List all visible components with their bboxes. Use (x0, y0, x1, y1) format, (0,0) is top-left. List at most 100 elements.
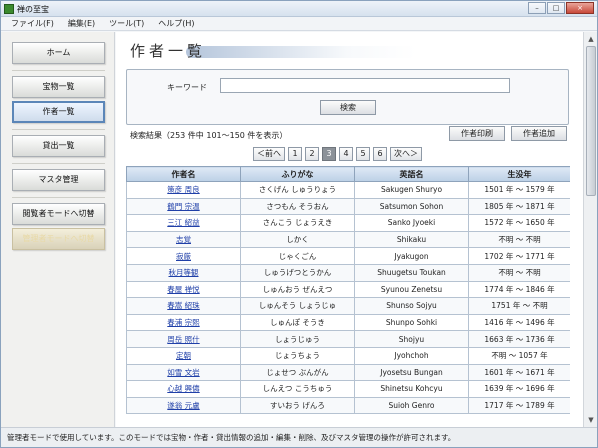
page-4-button[interactable]: 4 (339, 147, 353, 161)
lifespan-cell: 1601 年 ～ 1671 年 (468, 363, 570, 382)
nav-authors-button[interactable]: 作者一覧 (12, 101, 105, 123)
vertical-scrollbar[interactable]: ▲ ▼ (583, 32, 597, 427)
author-name-link[interactable]: 定朝 (126, 346, 241, 365)
search-panel: キーワード 検索 (126, 69, 569, 125)
author-name-link[interactable]: 三江 紹益 (126, 214, 241, 232)
maximize-button[interactable]: □ (547, 2, 565, 14)
table-row[interactable]: 春嵩 紹珠 しゅんそう しょうじゅ Shunso Sojyu 1751 年 ～ 不明 (126, 297, 570, 315)
lifespan-cell: 1702 年 ～ 1771 年 (468, 247, 570, 265)
scroll-down-icon[interactable]: ▼ (585, 414, 597, 426)
search-button[interactable]: 検索 (320, 100, 376, 115)
author-name-link[interactable]: 春嵩 紹珠 (126, 297, 241, 315)
scroll-up-icon[interactable]: ▲ (585, 33, 597, 45)
sidebar-divider (12, 129, 105, 130)
table-row[interactable]: 定朝 じょうちょう Jyohchoh 不明 ～ 1057 年 (126, 346, 570, 365)
english-name-cell: Shunpo Sohki (354, 313, 469, 332)
next-page-button[interactable]: 次へ＞ (390, 147, 422, 161)
print-authors-button[interactable]: 作者印刷 (449, 126, 505, 141)
author-name-link[interactable]: 周岳 照什 (126, 330, 241, 348)
english-name-cell: Jyohchoh (354, 346, 469, 365)
sidebar: ホーム 宝物一覧 作者一覧 貸出一覧 マスタ管理 閲覧者モードへ切替 管理者モー… (1, 32, 115, 427)
viewer-mode-button[interactable]: 閲覧者モードへ切替 (12, 203, 105, 225)
keyword-input[interactable] (220, 78, 510, 93)
lifespan-cell: 1416 年 ～ 1496 年 (468, 313, 570, 332)
furigana-cell: しょうじゅう (240, 330, 355, 348)
author-name-link[interactable]: 寂厳 (126, 247, 241, 265)
table-row[interactable]: 鶴門 宗温 さつもん そうおん Satsumon Sohon 1805 年 ～ 187… (126, 197, 570, 216)
table-row[interactable]: 心越 興儔 しんえつ こうちゅう Shinetsu Kohcyu 1639 年 ～ 1… (126, 380, 570, 398)
column-header-furigana[interactable]: ふりがな (240, 166, 355, 182)
english-name-cell: Jyosetsu Bungan (354, 363, 469, 382)
close-button[interactable]: × (566, 2, 594, 14)
result-count: 検索結果（253 件中 101～150 件を表示） (130, 131, 288, 140)
author-name-link[interactable]: 遂翁 元盧 (126, 396, 241, 415)
author-name-link[interactable]: 鶴門 宗温 (126, 197, 241, 216)
author-name-link[interactable]: 志覚 (126, 230, 241, 249)
nav-loans-button[interactable]: 貸出一覧 (12, 135, 105, 157)
window-title: 禅の至宝 (17, 5, 49, 14)
sidebar-divider (12, 163, 105, 164)
nav-home-button[interactable]: ホーム (12, 42, 105, 64)
furigana-cell: じょせつ ぶんがん (240, 363, 355, 382)
furigana-cell: しゅうげつとうかん (240, 263, 355, 282)
english-name-cell: Jyakugon (354, 247, 469, 265)
english-name-cell: Sanko Jyoeki (354, 214, 469, 232)
furigana-cell: さんこう じょうえき (240, 214, 355, 232)
authors-table-container: 作者名 ふりがな 英語名 生没年 策彦 周良 さくげん しゅうりょう Sakugen… (126, 166, 570, 427)
keyword-label: キーワード (167, 83, 207, 92)
author-name-link[interactable]: 春浦 宗熙 (126, 313, 241, 332)
nav-treasures-button[interactable]: 宝物一覧 (12, 76, 105, 98)
lifespan-cell: 1751 年 ～ 不明 (468, 297, 570, 315)
table-row[interactable]: 秋月等観 しゅうげつとうかん Shuugetsu Toukan 不明 ～ 不明 (126, 263, 570, 282)
authors-table: 作者名 ふりがな 英語名 生没年 策彦 周良 さくげん しゅうりょう Sakugen… (126, 166, 570, 415)
furigana-cell: さつもん そうおん (240, 197, 355, 216)
admin-mode-button: 管理者モードへ切替 (12, 228, 105, 250)
english-name-cell: Syunou Zenetsu (354, 280, 469, 299)
table-row[interactable]: 如雪 文岩 じょせつ ぶんがん Jyosetsu Bungan 1601 年 ～ 16… (126, 363, 570, 382)
column-header-english-name[interactable]: 英語名 (354, 166, 469, 182)
english-name-cell: Satsumon Sohon (354, 197, 469, 216)
page-1-button[interactable]: 1 (288, 147, 302, 161)
add-author-button[interactable]: 作者追加 (511, 126, 567, 141)
status-bar: 管理者モードで使用しています。このモードでは宝物・作者・貸出情報の追加・編集・削… (1, 427, 597, 447)
author-name-link[interactable]: 春屋 禅悦 (126, 280, 241, 299)
lifespan-cell: 1774 年 ～ 1846 年 (468, 280, 570, 299)
scroll-thumb[interactable] (586, 46, 596, 196)
app-window: 禅の至宝 – □ × ファイル(F) 編集(E) ツール(T) ヘルプ(H) ホ… (0, 0, 598, 448)
english-name-cell: Shuugetsu Toukan (354, 263, 469, 282)
table-row[interactable]: 志覚 しかく Shikaku 不明 ～ 不明 (126, 230, 570, 249)
author-name-link[interactable]: 秋月等観 (126, 263, 241, 282)
pagination: ＜前へ 1 2 3 4 5 6 次へ＞ (253, 147, 422, 161)
menu-file[interactable]: ファイル(F) (11, 17, 54, 30)
menu-tools[interactable]: ツール(T) (109, 17, 144, 30)
app-icon (4, 4, 14, 14)
page-2-button[interactable]: 2 (305, 147, 319, 161)
column-header-lifespan[interactable]: 生没年 (468, 166, 570, 182)
nav-master-button[interactable]: マスタ管理 (12, 169, 105, 191)
prev-page-button[interactable]: ＜前へ (253, 147, 285, 161)
author-name-link[interactable]: 策彦 周良 (126, 181, 241, 199)
menu-edit[interactable]: 編集(E) (68, 17, 95, 30)
menu-help[interactable]: ヘルプ(H) (158, 17, 194, 30)
table-header-row: 作者名 ふりがな 英語名 生没年 (126, 166, 570, 182)
page-5-button[interactable]: 5 (356, 147, 370, 161)
page-6-button[interactable]: 6 (373, 147, 387, 161)
furigana-cell: しゅんおう ぜんえつ (240, 280, 355, 299)
furigana-cell: じょうちょう (240, 346, 355, 365)
lifespan-cell: 1717 年 ～ 1789 年 (468, 396, 570, 415)
english-name-cell: Shunso Sojyu (354, 297, 469, 315)
author-name-link[interactable]: 如雪 文岩 (126, 363, 241, 382)
table-row[interactable]: 策彦 周良 さくげん しゅうりょう Sakugen Shuryo 1501 年 ～ 1… (126, 181, 570, 199)
table-row[interactable]: 寂厳 じゃくごん Jyakugon 1702 年 ～ 1771 年 (126, 247, 570, 265)
minimize-button[interactable]: – (528, 2, 546, 14)
table-row[interactable]: 春浦 宗熙 しゅんぽ そうき Shunpo Sohki 1416 年 ～ 1496 年 (126, 313, 570, 332)
table-row[interactable]: 遂翁 元盧 すいおう げんろ Suioh Genro 1717 年 ～ 1789 年 (126, 396, 570, 415)
table-row[interactable]: 春屋 禅悦 しゅんおう ぜんえつ Syunou Zenetsu 1774 年 ～ 18… (126, 280, 570, 299)
table-row[interactable]: 周岳 照什 しょうじゅう Shojyu 1663 年 ～ 1736 年 (126, 330, 570, 348)
column-header-name[interactable]: 作者名 (126, 166, 241, 182)
author-name-link[interactable]: 心越 興儔 (126, 380, 241, 398)
furigana-cell: すいおう げんろ (240, 396, 355, 415)
main-content: 作者一覧 キーワード 検索 検索結果（253 件中 101～150 件を表示） … (116, 32, 583, 427)
english-name-cell: Shikaku (354, 230, 469, 249)
table-row[interactable]: 三江 紹益 さんこう じょうえき Sanko Jyoeki 1572 年 ～ 1650… (126, 214, 570, 232)
